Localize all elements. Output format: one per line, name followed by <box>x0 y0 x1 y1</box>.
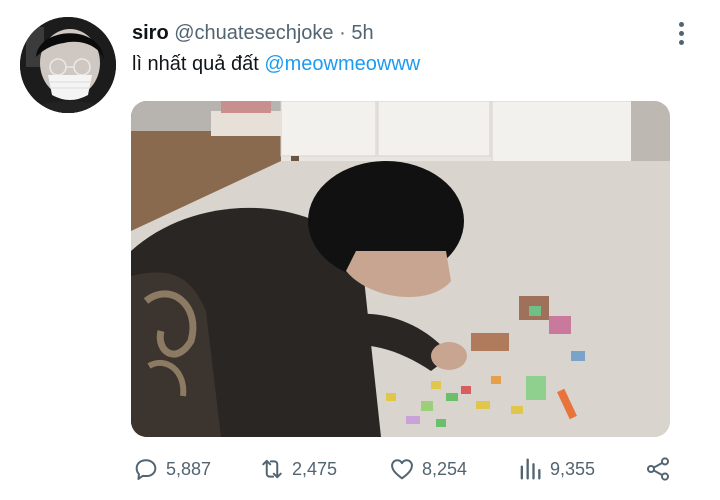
author-name[interactable]: siro <box>132 22 169 44</box>
header-separator: · <box>339 22 346 44</box>
heart-icon <box>391 459 413 480</box>
views-icon <box>520 458 541 480</box>
reply-icon <box>135 459 157 480</box>
reply-count: 5,887 <box>166 458 212 479</box>
views-count: 9,355 <box>550 458 596 479</box>
like-count: 8,254 <box>422 458 468 479</box>
avatar-image <box>20 17 116 113</box>
tweet-header: siro @chuatesechjoke · 5h <box>132 22 374 45</box>
tweet-actions: 5,887 2,475 8,254 9,355 <box>0 452 720 486</box>
tweet-text: lì nhất quả đất @meowmeowww <box>132 53 420 76</box>
author-handle[interactable]: @chuatesechjoke <box>174 22 333 44</box>
more-vertical-icon[interactable] <box>670 22 692 48</box>
retweet-count: 2,475 <box>292 458 338 479</box>
retweet-button[interactable]: 2,475 <box>258 452 337 486</box>
tweet-photo[interactable] <box>131 101 670 437</box>
mention-link[interactable]: @meowmeowww <box>264 53 420 75</box>
share-icon <box>646 457 670 481</box>
share-button[interactable] <box>644 452 676 486</box>
avatar[interactable] <box>20 17 116 113</box>
reply-button[interactable]: 5,887 <box>132 452 211 486</box>
tweet[interactable]: siro @chuatesechjoke · 5h lì nhất quả đấ… <box>0 0 720 500</box>
tweet-body: lì nhất quả đất <box>132 53 259 75</box>
like-button[interactable]: 8,254 <box>388 452 467 486</box>
retweet-icon <box>262 459 282 479</box>
tweet-timestamp[interactable]: 5h <box>351 22 373 44</box>
views-button[interactable]: 9,355 <box>516 452 595 486</box>
photo-image <box>131 101 670 437</box>
